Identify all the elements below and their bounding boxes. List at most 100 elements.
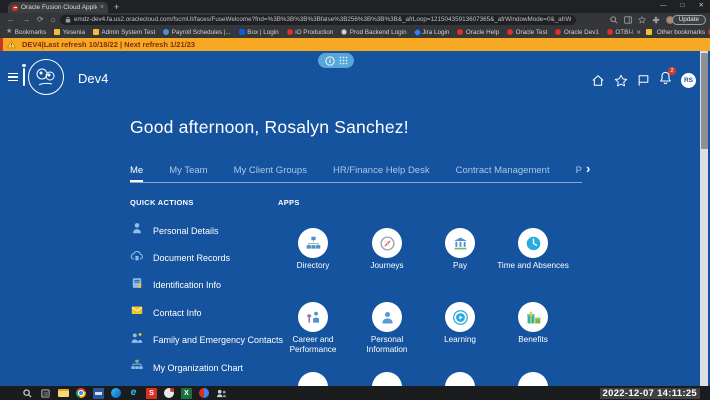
app-time-and-absences[interactable]: Time and Absences xyxy=(496,228,570,271)
environment-banner: DEV4|Last refresh 10/18/22 | Next refres… xyxy=(0,38,710,51)
tab-contract-management[interactable]: Contract Management xyxy=(456,157,550,182)
taskbar-chrome-profile-icon[interactable] xyxy=(164,388,174,398)
taskbar-task-view-icon[interactable] xyxy=(40,388,51,399)
quick-action-family-and-emergency-contacts[interactable]: Family and Emergency Contacts xyxy=(130,327,270,354)
taskbar-search-icon[interactable] xyxy=(22,388,33,399)
page-scrollbar[interactable] xyxy=(700,51,708,386)
quick-action-my-organization-chart[interactable]: My Organization Chart xyxy=(130,354,270,381)
tab-hr-finance-help-desk[interactable]: HR/Finance Help Desk xyxy=(333,157,430,182)
waffle-grid-icon[interactable] xyxy=(339,56,348,65)
bookmark-box-login[interactable]: Box | Login xyxy=(239,29,279,36)
browser-tab[interactable]: Oracle Fusion Cloud Applications × xyxy=(8,2,108,13)
app-pay[interactable]: Pay xyxy=(423,228,497,271)
taskbar-edge-icon[interactable] xyxy=(111,388,121,398)
quick-action-identification-info[interactable]: Identification Info xyxy=(130,272,270,299)
taskbar-excel-icon[interactable]: X xyxy=(181,388,192,399)
bookmark-yesenia[interactable]: Yesenia xyxy=(54,29,85,36)
quick-action-personal-details[interactable]: Personal Details xyxy=(130,217,270,244)
benefits-gifts-icon xyxy=(518,302,548,332)
app-personal-information[interactable]: Personal Information xyxy=(350,302,424,355)
side-panel-icon[interactable] xyxy=(624,16,632,24)
folder-icon xyxy=(646,29,652,35)
bookmarks-overflow-icon[interactable]: » xyxy=(637,29,641,36)
new-tab-button[interactable]: + xyxy=(114,2,119,13)
reload-icon[interactable]: ⟳ xyxy=(37,16,44,24)
quick-actions-title: QUICK ACTIONS xyxy=(130,198,194,207)
back-icon[interactable]: ← xyxy=(7,16,15,24)
minimize-icon[interactable]: — xyxy=(660,3,667,10)
taskbar-app-blue-red-icon[interactable] xyxy=(199,388,209,398)
quick-action-label: Contact Info xyxy=(153,308,202,318)
app-learning[interactable]: Learning xyxy=(423,302,497,345)
journeys-compass-icon xyxy=(372,228,402,258)
app-career-and-performance[interactable]: Career and Performance xyxy=(276,302,350,355)
user-avatar[interactable]: RS xyxy=(681,73,696,88)
bookmark-prod-backend-login[interactable]: Prod Backend Login xyxy=(341,29,406,36)
app-label: Time and Absences xyxy=(496,261,570,271)
app-tile-partial[interactable] xyxy=(350,372,424,386)
star-icon: ★ xyxy=(6,29,12,35)
quick-action-document-records[interactable]: Document Records xyxy=(130,244,270,271)
app-directory[interactable]: Directory xyxy=(276,228,350,271)
home-icon[interactable] xyxy=(591,74,605,87)
app-journeys[interactable]: Journeys xyxy=(350,228,424,271)
blue-icon xyxy=(163,29,169,35)
lock-icon xyxy=(65,16,71,23)
taskbar-contacts-icon[interactable] xyxy=(216,388,227,399)
extensions-icon[interactable] xyxy=(652,16,660,24)
taskbar-app-red-s-icon[interactable]: S xyxy=(146,388,157,399)
maximize-icon[interactable]: □ xyxy=(681,3,685,10)
app-tile-partial[interactable] xyxy=(496,372,570,386)
jira-icon xyxy=(414,28,421,35)
scrollbar-thumb[interactable] xyxy=(701,53,708,149)
taskbar-word-icon[interactable] xyxy=(93,388,104,399)
bookmark-jira-login[interactable]: Jira Login xyxy=(415,29,450,36)
bookmark-oracle-dev1[interactable]: Oracle Dev1 xyxy=(555,29,599,36)
oracle-favicon-icon xyxy=(12,5,18,11)
other-bookmarks-label[interactable]: Other bookmarks xyxy=(657,29,705,36)
notifications-bell[interactable]: 2 xyxy=(659,71,672,90)
bookmark-bookmarks[interactable]: ★Bookmarks xyxy=(6,29,46,36)
bookmark-oracle-help[interactable]: Oracle Help xyxy=(457,29,499,36)
forward-icon[interactable]: → xyxy=(22,16,30,24)
bookmark-oracle-test[interactable]: Oracle Test xyxy=(507,29,547,36)
tab-close-icon[interactable]: × xyxy=(100,4,104,11)
taskbar-file-explorer-icon[interactable] xyxy=(58,389,69,397)
address-bar[interactable]: emdz-dev4.fa.us2.oraclecloud.com/fscmUI/… xyxy=(60,15,576,25)
quick-actions-list: Personal DetailsDocument RecordsIdentifi… xyxy=(130,217,270,381)
app-benefits[interactable]: Benefits xyxy=(496,302,570,345)
search-icon[interactable] xyxy=(610,16,618,24)
bookmark-star-icon[interactable] xyxy=(638,16,646,24)
browser-home-icon[interactable]: ⌂ xyxy=(51,16,56,24)
hamburger-menu-icon[interactable] xyxy=(8,73,18,81)
tab-my-client-groups[interactable]: My Client Groups xyxy=(234,157,307,182)
favorites-star-icon[interactable] xyxy=(614,74,628,87)
announcements-flag-icon[interactable] xyxy=(637,74,650,87)
app-tile-partial[interactable] xyxy=(276,372,350,386)
company-logo[interactable] xyxy=(28,59,64,95)
browser-update-button[interactable]: Update xyxy=(672,15,706,25)
environment-name: Dev4 xyxy=(78,71,108,86)
tab-me[interactable]: Me xyxy=(130,157,143,182)
person-icon xyxy=(130,221,144,240)
taskbar-internet-explorer-icon[interactable]: e xyxy=(128,388,139,399)
window-close-icon[interactable]: ✕ xyxy=(699,3,704,10)
header-icons: 2 RS xyxy=(591,71,696,90)
info-grid-pill[interactable] xyxy=(318,53,354,68)
bookmark-io-production[interactable]: iO Production xyxy=(287,29,334,36)
tab-my-team[interactable]: My Team xyxy=(169,157,207,182)
bookmark-payroll-schedules[interactable]: Payroll Schedules |... xyxy=(163,29,231,36)
tabs-scroll-chevron-icon[interactable]: › xyxy=(586,161,590,176)
career-performance-icon xyxy=(298,302,328,332)
taskbar-start-icon[interactable] xyxy=(4,388,15,399)
app-tile-partial[interactable] xyxy=(423,372,497,386)
info-icon[interactable] xyxy=(325,56,335,66)
tab-projects[interactable]: Projects xyxy=(576,157,582,182)
directory-icon xyxy=(298,228,328,258)
oracle-icon xyxy=(507,29,513,35)
bookmark-admin-system-test[interactable]: Admin System Test xyxy=(93,29,155,36)
quick-action-contact-info[interactable]: Contact Info xyxy=(130,299,270,326)
url-text: emdz-dev4.fa.us2.oraclecloud.com/fscmUI/… xyxy=(74,16,571,23)
taskbar-datetime: 2022-12-07 14:11:25 xyxy=(600,388,700,399)
taskbar-chrome-icon[interactable] xyxy=(76,388,86,398)
